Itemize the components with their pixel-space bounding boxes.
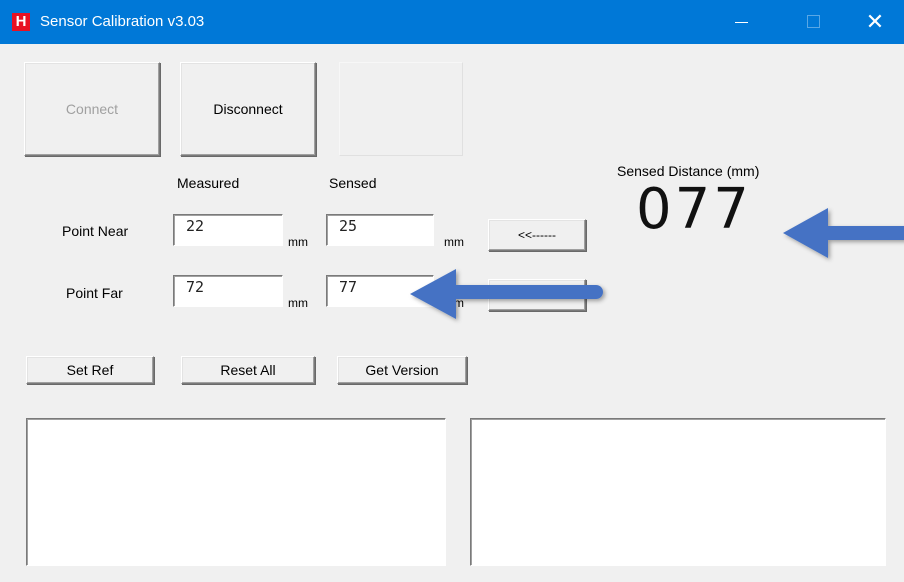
annotation-overlay	[410, 208, 904, 319]
arrow-to-far-sensed	[410, 269, 603, 319]
arrow-to-sensed-distance	[783, 208, 904, 258]
